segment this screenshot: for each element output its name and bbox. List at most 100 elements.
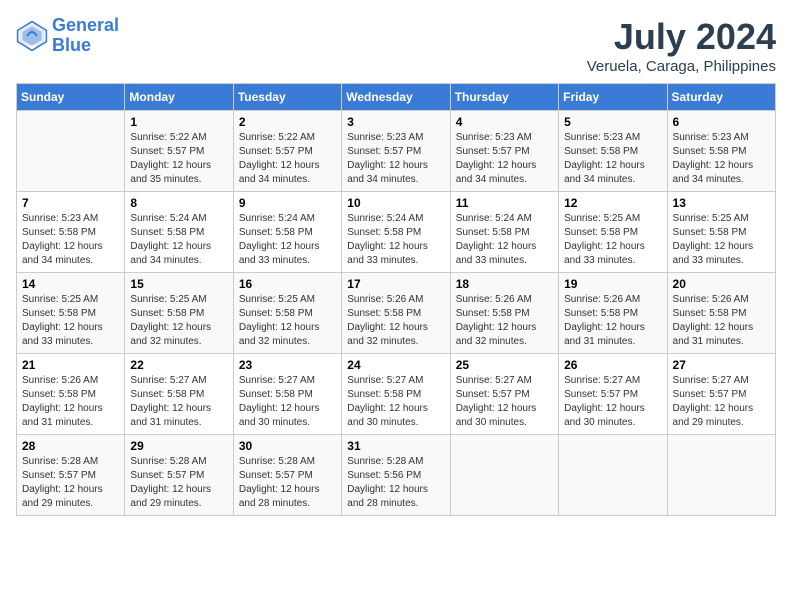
calendar-cell: 18Sunrise: 5:26 AMSunset: 5:58 PMDayligh… xyxy=(450,273,558,354)
calendar-cell: 5 Sunrise: 5:23 AMSunset: 5:58 PMDaylight… xyxy=(559,111,667,192)
month-year: July 2024 xyxy=(587,16,776,58)
day-info: Sunrise: 5:23 AMSunset: 5:58 PMDaylight:… xyxy=(673,131,770,187)
day-info: Sunrise: 5:27 AMSunset: 5:58 PMDaylight:… xyxy=(239,374,336,430)
day-info: Sunrise: 5:27 AMSunset: 5:57 PMDaylight:… xyxy=(564,374,661,430)
week-row-3: 14 Sunrise: 5:25 AMSunset: 5:58 PMDayligh… xyxy=(17,273,776,354)
day-number: 24 xyxy=(347,358,444,372)
calendar-cell: 28 Sunrise: 5:28 AMSunset: 5:57 PMDayligh… xyxy=(17,435,125,516)
day-info: Sunrise: 5:28 AMSunset: 5:57 PMDaylight:… xyxy=(22,455,119,511)
calendar-cell: 4 Sunrise: 5:23 AMSunset: 5:57 PMDaylight… xyxy=(450,111,558,192)
day-number: 11 xyxy=(456,196,553,210)
calendar-cell: 2 Sunrise: 5:22 AMSunset: 5:57 PMDaylight… xyxy=(233,111,341,192)
calendar-cell: 25Sunrise: 5:27 AMSunset: 5:57 PMDayligh… xyxy=(450,354,558,435)
calendar-cell: 13 Sunrise: 5:25 AMSunset: 5:58 PMDayligh… xyxy=(667,192,775,273)
calendar-cell: 1Sunrise: 5:22 AMSunset: 5:57 PMDaylight… xyxy=(125,111,233,192)
calendar-cell xyxy=(559,435,667,516)
calendar-cell: 10 Sunrise: 5:24 AMSunset: 5:58 PMDayligh… xyxy=(342,192,450,273)
day-number: 20 xyxy=(673,277,770,291)
day-number: 31 xyxy=(347,439,444,453)
day-info: Sunrise: 5:24 AMSunset: 5:58 PMDaylight:… xyxy=(239,212,336,268)
calendar-cell: 14 Sunrise: 5:25 AMSunset: 5:58 PMDayligh… xyxy=(17,273,125,354)
day-info: Sunrise: 5:26 AMSunset: 5:58 PMDaylight:… xyxy=(22,374,119,430)
day-info: Sunrise: 5:27 AMSunset: 5:57 PMDaylight:… xyxy=(673,374,770,430)
location: Veruela, Caraga, Philippines xyxy=(587,58,776,75)
day-info: Sunrise: 5:26 AMSunset: 5:58 PMDaylight:… xyxy=(564,293,661,349)
calendar-cell: 29 Sunrise: 5:28 AMSunset: 5:57 PMDayligh… xyxy=(125,435,233,516)
day-number: 7 xyxy=(22,196,119,210)
col-header-sunday: Sunday xyxy=(17,84,125,111)
col-header-thursday: Thursday xyxy=(450,84,558,111)
page-header: General Blue July 2024 Veruela, Caraga, … xyxy=(16,16,776,75)
day-number: 10 xyxy=(347,196,444,210)
day-number: 30 xyxy=(239,439,336,453)
day-number: 13 xyxy=(673,196,770,210)
col-header-tuesday: Tuesday xyxy=(233,84,341,111)
day-number: 16 xyxy=(239,277,336,291)
day-info: Sunrise: 5:26 AMSunset: 5:58 PMDaylight:… xyxy=(673,293,770,349)
col-header-saturday: Saturday xyxy=(667,84,775,111)
day-number: 9 xyxy=(239,196,336,210)
calendar-cell: 21Sunrise: 5:26 AMSunset: 5:58 PMDayligh… xyxy=(17,354,125,435)
day-number: 18 xyxy=(456,277,553,291)
day-info: Sunrise: 5:25 AMSunset: 5:58 PMDaylight:… xyxy=(130,293,227,349)
day-number: 22 xyxy=(130,358,227,372)
calendar-body: 1Sunrise: 5:22 AMSunset: 5:57 PMDaylight… xyxy=(17,111,776,516)
week-row-1: 1Sunrise: 5:22 AMSunset: 5:57 PMDaylight… xyxy=(17,111,776,192)
day-number: 27 xyxy=(673,358,770,372)
week-row-4: 21Sunrise: 5:26 AMSunset: 5:58 PMDayligh… xyxy=(17,354,776,435)
calendar-cell: 23 Sunrise: 5:27 AMSunset: 5:58 PMDayligh… xyxy=(233,354,341,435)
day-info: Sunrise: 5:25 AMSunset: 5:58 PMDaylight:… xyxy=(673,212,770,268)
calendar-cell: 8Sunrise: 5:24 AMSunset: 5:58 PMDaylight… xyxy=(125,192,233,273)
day-number: 15 xyxy=(130,277,227,291)
day-info: Sunrise: 5:28 AMSunset: 5:57 PMDaylight:… xyxy=(239,455,336,511)
day-info: Sunrise: 5:25 AMSunset: 5:58 PMDaylight:… xyxy=(239,293,336,349)
calendar-cell: 31 Sunrise: 5:28 AMSunset: 5:56 PMDayligh… xyxy=(342,435,450,516)
day-number: 12 xyxy=(564,196,661,210)
calendar-cell: 19Sunrise: 5:26 AMSunset: 5:58 PMDayligh… xyxy=(559,273,667,354)
day-number: 4 xyxy=(456,115,553,129)
col-header-wednesday: Wednesday xyxy=(342,84,450,111)
calendar-cell: 27 Sunrise: 5:27 AMSunset: 5:57 PMDayligh… xyxy=(667,354,775,435)
day-info: Sunrise: 5:22 AMSunset: 5:57 PMDaylight:… xyxy=(130,131,227,187)
day-number: 5 xyxy=(564,115,661,129)
calendar-cell: 15 Sunrise: 5:25 AMSunset: 5:58 PMDayligh… xyxy=(125,273,233,354)
day-number: 29 xyxy=(130,439,227,453)
logo-icon xyxy=(16,20,48,52)
calendar-cell: 12 Sunrise: 5:25 AMSunset: 5:58 PMDayligh… xyxy=(559,192,667,273)
calendar-cell: 20 Sunrise: 5:26 AMSunset: 5:58 PMDayligh… xyxy=(667,273,775,354)
day-info: Sunrise: 5:24 AMSunset: 5:58 PMDaylight:… xyxy=(347,212,444,268)
calendar-cell: 7 Sunrise: 5:23 AMSunset: 5:58 PMDaylight… xyxy=(17,192,125,273)
logo-line1: General xyxy=(52,15,119,35)
week-row-5: 28 Sunrise: 5:28 AMSunset: 5:57 PMDayligh… xyxy=(17,435,776,516)
day-number: 26 xyxy=(564,358,661,372)
day-info: Sunrise: 5:23 AMSunset: 5:58 PMDaylight:… xyxy=(564,131,661,187)
calendar-cell: 30 Sunrise: 5:28 AMSunset: 5:57 PMDayligh… xyxy=(233,435,341,516)
calendar-cell: 22 Sunrise: 5:27 AMSunset: 5:58 PMDayligh… xyxy=(125,354,233,435)
day-info: Sunrise: 5:22 AMSunset: 5:57 PMDaylight:… xyxy=(239,131,336,187)
day-info: Sunrise: 5:23 AMSunset: 5:57 PMDaylight:… xyxy=(456,131,553,187)
day-info: Sunrise: 5:28 AMSunset: 5:57 PMDaylight:… xyxy=(130,455,227,511)
calendar-cell: 17Sunrise: 5:26 AMSunset: 5:58 PMDayligh… xyxy=(342,273,450,354)
day-info: Sunrise: 5:23 AMSunset: 5:57 PMDaylight:… xyxy=(347,131,444,187)
calendar-cell: 26 Sunrise: 5:27 AMSunset: 5:57 PMDayligh… xyxy=(559,354,667,435)
calendar-table: SundayMondayTuesdayWednesdayThursdayFrid… xyxy=(16,83,776,516)
day-number: 2 xyxy=(239,115,336,129)
day-info: Sunrise: 5:25 AMSunset: 5:58 PMDaylight:… xyxy=(564,212,661,268)
day-info: Sunrise: 5:23 AMSunset: 5:58 PMDaylight:… xyxy=(22,212,119,268)
calendar-cell: 16 Sunrise: 5:25 AMSunset: 5:58 PMDayligh… xyxy=(233,273,341,354)
day-number: 28 xyxy=(22,439,119,453)
day-info: Sunrise: 5:27 AMSunset: 5:58 PMDaylight:… xyxy=(130,374,227,430)
calendar-cell xyxy=(17,111,125,192)
logo: General Blue xyxy=(16,16,119,56)
day-info: Sunrise: 5:28 AMSunset: 5:56 PMDaylight:… xyxy=(347,455,444,511)
day-info: Sunrise: 5:24 AMSunset: 5:58 PMDaylight:… xyxy=(130,212,227,268)
col-header-friday: Friday xyxy=(559,84,667,111)
logo-line2: Blue xyxy=(52,35,91,55)
day-number: 14 xyxy=(22,277,119,291)
week-row-2: 7 Sunrise: 5:23 AMSunset: 5:58 PMDaylight… xyxy=(17,192,776,273)
day-info: Sunrise: 5:25 AMSunset: 5:58 PMDaylight:… xyxy=(22,293,119,349)
day-number: 23 xyxy=(239,358,336,372)
calendar-cell xyxy=(667,435,775,516)
calendar-cell: 11Sunrise: 5:24 AMSunset: 5:58 PMDayligh… xyxy=(450,192,558,273)
calendar-header-row: SundayMondayTuesdayWednesdayThursdayFrid… xyxy=(17,84,776,111)
